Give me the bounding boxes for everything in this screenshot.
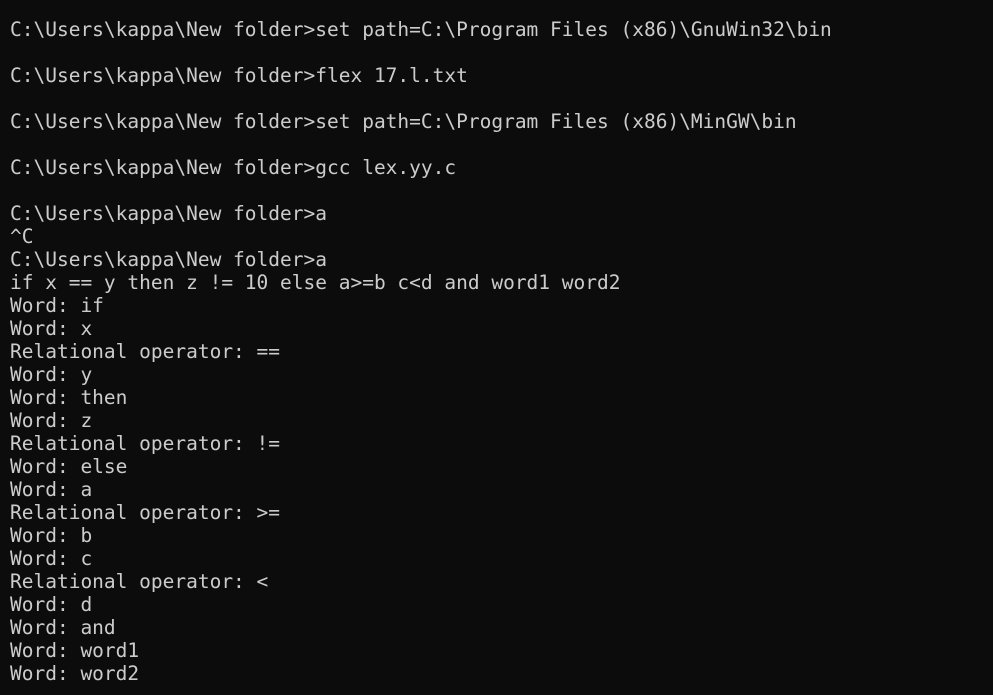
terminal-line: C:\Users\kappa\New folder>a	[10, 202, 327, 225]
terminal-line: C:\Users\kappa\New folder>gcc lex.yy.c	[10, 156, 457, 179]
terminal-line: if x == y then z != 10 else a>=b c<d and…	[10, 271, 621, 294]
terminal-line: C:\Users\kappa\New folder>a	[10, 248, 327, 271]
terminal-line: Word: x	[10, 317, 93, 340]
terminal-line: Word: a	[10, 478, 93, 501]
terminal-line: Word: else	[10, 455, 128, 478]
terminal-line: C:\Users\kappa\New folder>set path=C:\Pr…	[10, 18, 832, 41]
terminal-line: Word: c	[10, 547, 93, 570]
terminal-line: C:\Users\kappa\New folder>set path=C:\Pr…	[10, 110, 797, 133]
terminal-line: Word: word2	[10, 662, 140, 685]
terminal-line: Word: word1	[10, 639, 140, 662]
terminal-line: Relational operator: ==	[10, 340, 281, 363]
terminal-line: Relational operator: >=	[10, 501, 281, 524]
terminal-line: ^C	[10, 225, 34, 248]
terminal-line: Word: then	[10, 386, 128, 409]
terminal-line: Word: d	[10, 593, 93, 616]
terminal-line: Relational operator: <	[10, 570, 269, 593]
terminal-line: Word: b	[10, 524, 93, 547]
terminal-line: Word: and	[10, 616, 116, 639]
terminal-line: C:\Users\kappa\New folder>flex 17.l.txt	[10, 64, 468, 87]
terminal-output[interactable]: C:\Users\kappa\New folder>set path=C:\Pr…	[0, 0, 993, 695]
terminal-line: Word: y	[10, 363, 93, 386]
terminal-line: Relational operator: !=	[10, 432, 281, 455]
terminal-line: Word: z	[10, 409, 93, 432]
terminal-line: Word: if	[10, 294, 104, 317]
